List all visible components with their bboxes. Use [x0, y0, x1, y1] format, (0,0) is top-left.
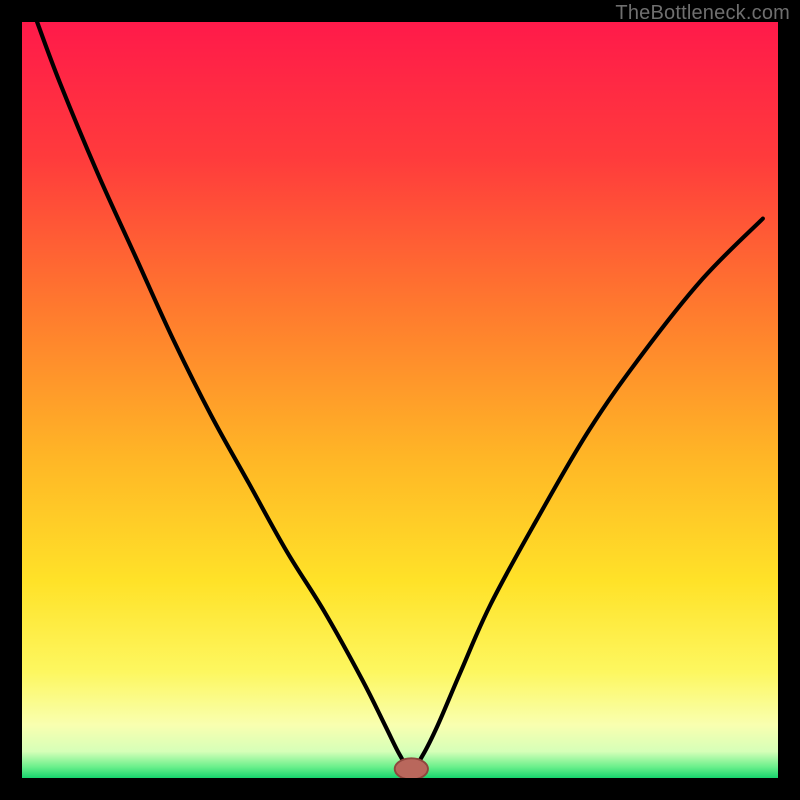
chart-frame: TheBottleneck.com	[0, 0, 800, 800]
bottleneck-chart	[22, 22, 778, 778]
gradient-background	[22, 22, 778, 778]
plot-area	[22, 22, 778, 778]
optimal-point-marker	[395, 758, 428, 778]
watermark-text: TheBottleneck.com	[615, 2, 790, 25]
